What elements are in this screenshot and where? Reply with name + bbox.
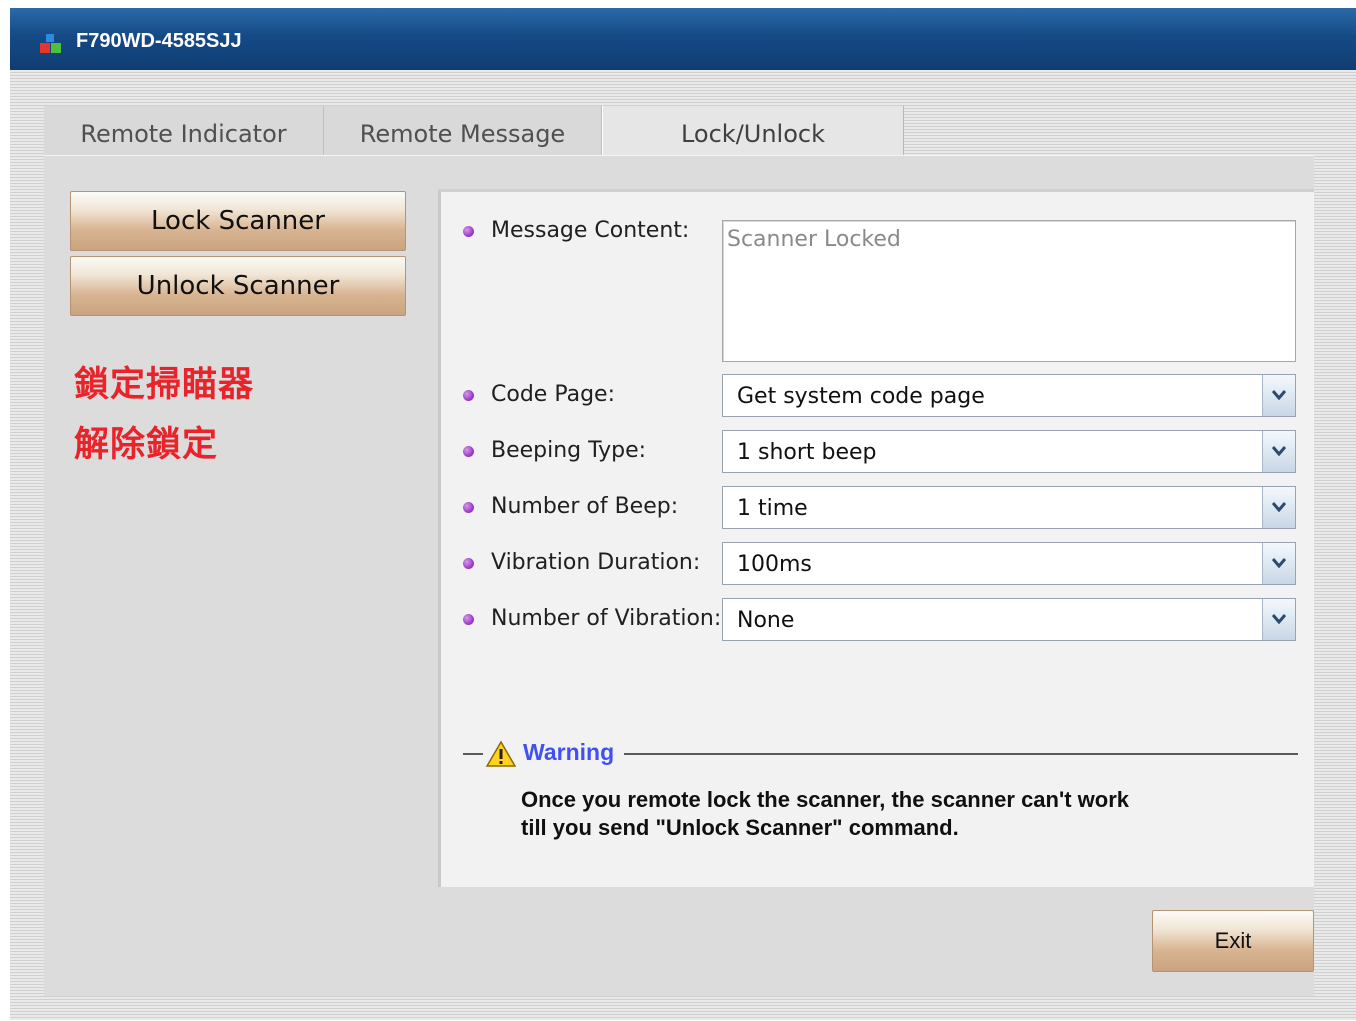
number-of-vibration-dropdown-button[interactable]: [1262, 599, 1295, 640]
beeping-type-value: 1 short beep: [737, 440, 877, 465]
number-of-beep-value: 1 time: [737, 496, 808, 521]
message-content-value: Scanner Locked: [727, 227, 901, 252]
settings-panel: Message Content: Scanner Locked Code Pag…: [438, 189, 1314, 887]
number-of-beep-dropdown-button[interactable]: [1262, 487, 1295, 528]
warning-message: Once you remote lock the scanner, the sc…: [521, 787, 1129, 840]
purple-bullet-icon: [463, 446, 474, 457]
number-of-vibration-label: Number of Vibration:: [491, 606, 722, 631]
purple-bullet-icon: [463, 390, 474, 401]
title-bar: F790WD-4585SJJ: [10, 8, 1356, 70]
window-title: F790WD-4585SJJ: [76, 30, 242, 52]
vibration-duration-dropdown-button[interactable]: [1262, 543, 1295, 584]
tab-remote-message[interactable]: Remote Message: [324, 105, 602, 155]
beeping-type-label: Beeping Type:: [491, 438, 647, 463]
warning-divider-left: [463, 753, 483, 755]
lock-annotation: 鎖定掃瞄器: [74, 365, 255, 405]
number-of-beep-select[interactable]: 1 time: [722, 486, 1296, 529]
beeping-type-select[interactable]: 1 short beep: [722, 430, 1296, 473]
unlock-scanner-button[interactable]: Unlock Scanner: [70, 256, 406, 316]
warning-divider-right: [624, 753, 1298, 755]
chevron-down-icon: [1272, 558, 1286, 568]
beeping-type-dropdown-button[interactable]: [1262, 431, 1295, 472]
purple-bullet-icon: [463, 558, 474, 569]
vibration-duration-select[interactable]: 100ms: [722, 542, 1296, 585]
lock-scanner-button[interactable]: Lock Scanner: [70, 191, 406, 251]
unlock-annotation: 解除鎖定: [74, 425, 219, 465]
exit-button[interactable]: Exit: [1152, 910, 1314, 972]
tab-content: Lock Scanner Unlock Scanner 鎖定掃瞄器 解除鎖定 M…: [44, 155, 1314, 996]
message-content-field[interactable]: Scanner Locked: [722, 220, 1296, 362]
purple-bullet-icon: [463, 502, 474, 513]
chevron-down-icon: [1272, 502, 1286, 512]
window-frame: Remote Indicator Remote Message Lock/Unl…: [10, 70, 1356, 1020]
message-content-label: Message Content:: [491, 218, 690, 243]
vibration-duration-label: Vibration Duration:: [491, 550, 701, 575]
code-page-label: Code Page:: [491, 382, 615, 407]
warning-triangle-icon: [485, 740, 517, 767]
chevron-down-icon: [1272, 614, 1286, 624]
chevron-down-icon: [1272, 390, 1286, 400]
app-window: F790WD-4585SJJ Remote Indicator Remote M…: [10, 8, 1356, 1020]
tab-lock-unlock[interactable]: Lock/Unlock: [602, 105, 904, 155]
code-page-value: Get system code page: [737, 384, 985, 409]
vibration-duration-value: 100ms: [737, 552, 812, 577]
code-page-dropdown-button[interactable]: [1262, 375, 1295, 416]
chevron-down-icon: [1272, 446, 1286, 456]
warning-title: Warning: [523, 739, 615, 765]
code-page-select[interactable]: Get system code page: [722, 374, 1296, 417]
tab-remote-indicator[interactable]: Remote Indicator: [44, 105, 324, 155]
purple-bullet-icon: [463, 614, 474, 625]
app-blocks-icon: [40, 34, 61, 53]
number-of-vibration-select[interactable]: None: [722, 598, 1296, 641]
number-of-beep-label: Number of Beep:: [491, 494, 679, 519]
number-of-vibration-value: None: [737, 608, 795, 633]
purple-bullet-icon: [463, 226, 474, 237]
